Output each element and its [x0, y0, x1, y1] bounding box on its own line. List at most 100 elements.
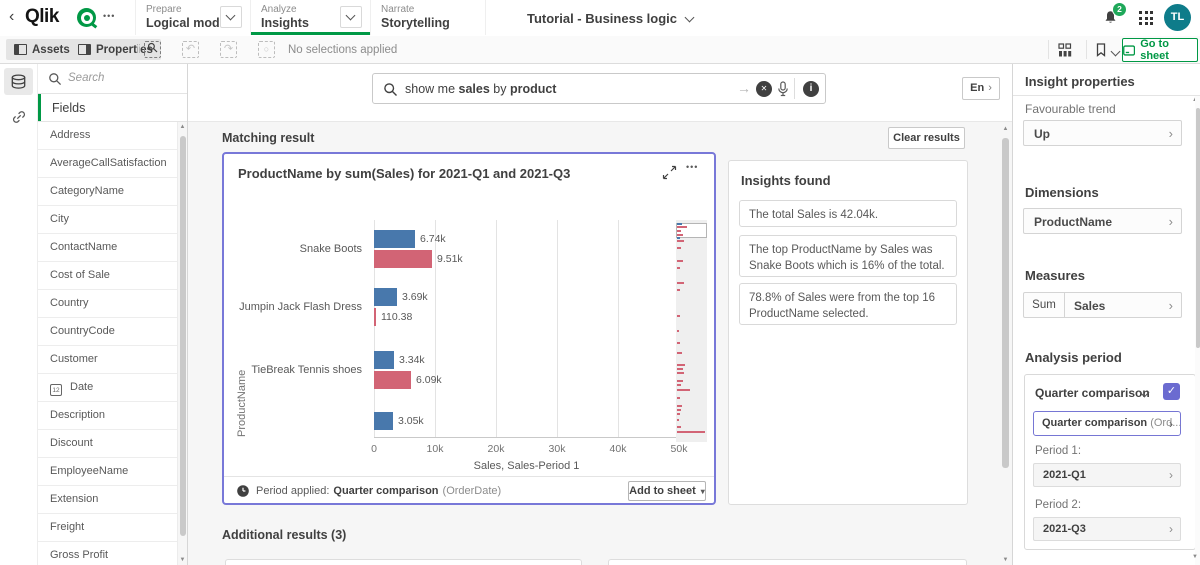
field-item-address[interactable]: Address [38, 122, 177, 150]
info-icon[interactable]: i [803, 81, 819, 97]
clear-results-button[interactable]: Clear results [888, 127, 965, 149]
bar[interactable] [374, 250, 432, 268]
scrollbar-thumb[interactable] [1002, 138, 1009, 468]
tab-dropdown-button[interactable] [340, 6, 362, 28]
qlik-logo[interactable]: Qlik [25, 6, 59, 28]
field-item-date[interactable]: 12Date [38, 374, 177, 402]
minimap-bar [677, 226, 687, 228]
divider [138, 40, 139, 59]
sidebar-search-input[interactable]: Search [38, 64, 187, 94]
bar[interactable] [374, 371, 411, 389]
chart-plot-area[interactable]: 6.74k9.51k3.69k110.383.34k6.09k3.05k [374, 220, 679, 438]
field-item-employeename[interactable]: EmployeeName [38, 458, 177, 486]
clear-query-icon[interactable]: ✕ [756, 81, 772, 97]
bar[interactable] [374, 351, 394, 369]
selections-tool-icon[interactable] [144, 41, 161, 58]
scroll-down-icon[interactable]: ▼ [1192, 554, 1198, 560]
period2-button[interactable]: 2021-Q3 › [1033, 517, 1181, 541]
bar[interactable] [374, 288, 397, 306]
link-rail-button[interactable] [11, 109, 27, 130]
additional-result-card[interactable] [608, 559, 967, 565]
measure-aggregation[interactable]: Sum [1024, 293, 1065, 317]
field-item-country[interactable]: Country [38, 290, 177, 318]
bar[interactable] [374, 412, 393, 430]
language-button[interactable]: En› [962, 77, 1000, 100]
expand-icon[interactable] [662, 165, 677, 185]
field-item-city[interactable]: City [38, 206, 177, 234]
undo-selection-icon[interactable]: ↶ [182, 41, 199, 58]
submit-arrow-icon[interactable]: → [737, 80, 751, 96]
period-calendar-suffix: (Ord... [1150, 417, 1181, 429]
insight-item[interactable]: The total Sales is 42.04k. [739, 200, 957, 227]
analysis-period-checkbox[interactable]: ✓ [1163, 383, 1180, 400]
gridline [618, 220, 619, 437]
chart-card[interactable]: ProductName by sum(Sales) for 2021-Q1 an… [222, 152, 716, 505]
go-to-sheet-button[interactable]: Go to sheet [1122, 38, 1198, 62]
field-item-extension[interactable]: Extension [38, 486, 177, 514]
field-item-cost-of-sale[interactable]: Cost of Sale [38, 262, 177, 290]
field-item-contactname[interactable]: ContactName [38, 234, 177, 262]
app-objects-icon[interactable] [1058, 43, 1073, 62]
app-title-menu[interactable]: Tutorial - Business logic [527, 10, 693, 28]
insight-item[interactable]: 78.8% of Sales were from the top 16 Prod… [739, 283, 957, 325]
avatar[interactable]: TL [1164, 4, 1191, 31]
x-axis-ticks: 010k20k30k40k50k [374, 443, 679, 456]
scroll-down-icon[interactable]: ▼ [178, 557, 187, 563]
field-label: City [50, 213, 69, 225]
field-label: Country [50, 297, 89, 309]
field-item-countrycode[interactable]: CountryCode [38, 318, 177, 346]
data-fields-rail-button[interactable] [4, 68, 33, 95]
additional-result-card[interactable] [225, 559, 582, 565]
field-item-categoryname[interactable]: CategoryName [38, 178, 177, 206]
add-to-sheet-button[interactable]: Add to sheet▾ [628, 481, 706, 501]
favourable-trend-button[interactable]: Up › [1023, 120, 1182, 146]
period1-button[interactable]: 2021-Q1 › [1033, 463, 1181, 487]
x-tick-label: 20k [488, 443, 505, 455]
scroll-down-icon[interactable]: ▼ [1000, 557, 1011, 563]
app-launcher-icon[interactable] [1139, 11, 1153, 25]
period-type-label[interactable]: Quarter comparison [1035, 386, 1150, 400]
field-item-gross-profit[interactable]: Gross Profit [38, 542, 177, 565]
bar[interactable] [374, 308, 376, 326]
insight-search-input[interactable]: show me sales by product → ✕ i [372, 73, 826, 104]
minimap-bar [677, 247, 681, 249]
field-item-freight[interactable]: Freight [38, 514, 177, 542]
scroll-up-icon[interactable]: ▲ [178, 124, 187, 130]
chart-minimap[interactable] [676, 220, 707, 442]
period1-label: Period 1: [1035, 445, 1081, 457]
scrollbar-thumb[interactable] [180, 136, 186, 536]
more-menu-icon[interactable]: ••• [103, 11, 115, 21]
period-prefix: Period applied: [256, 485, 329, 497]
tab-narrate[interactable]: Narrate Storytelling [370, 0, 486, 35]
bookmark-dropdown-icon[interactable] [1111, 47, 1121, 57]
tab-analyze[interactable]: Analyze Insights [250, 0, 371, 35]
period-calendar-button[interactable]: Quarter comparison (Ord... › [1033, 411, 1181, 436]
tab-section-label: Narrate [381, 4, 414, 15]
clear-selections-icon[interactable]: ○ [258, 41, 275, 58]
scroll-up-icon[interactable]: ▲ [1000, 126, 1011, 132]
assets-button[interactable]: Assets [6, 39, 78, 60]
tab-label: Logical model [146, 16, 230, 30]
scrollbar-thumb[interactable] [1196, 108, 1200, 348]
back-icon[interactable]: ‹ [9, 8, 14, 26]
bar[interactable] [374, 230, 415, 248]
redo-selection-icon[interactable]: ↷ [220, 41, 237, 58]
measure-button[interactable]: Sum Sales › [1023, 292, 1182, 318]
field-item-discount[interactable]: Discount [38, 430, 177, 458]
chart-menu-icon[interactable]: ••• [686, 162, 698, 172]
main-scrollbar[interactable]: ▲ ▼ [1000, 124, 1011, 565]
bookmark-icon[interactable] [1094, 42, 1108, 63]
tab-prepare[interactable]: Prepare Logical model [135, 0, 251, 35]
chart-footer: Period applied:Quarter comparison(OrderD… [224, 476, 714, 505]
sidebar-scrollbar[interactable]: ▲ ▼ [177, 122, 187, 565]
insight-item[interactable]: The top ProductName by Sales was Snake B… [739, 235, 957, 277]
field-item-averagecallsatisfaction[interactable]: AverageCallSatisfaction [38, 150, 177, 178]
fields-section-header[interactable]: Fields [38, 94, 187, 122]
field-item-description[interactable]: Description [38, 402, 177, 430]
tab-dropdown-button[interactable] [220, 6, 242, 28]
microphone-icon[interactable] [777, 81, 789, 103]
dimension-button[interactable]: ProductName › [1023, 208, 1182, 234]
field-item-customer[interactable]: Customer [38, 346, 177, 374]
panel-scrollbar[interactable] [1195, 96, 1200, 565]
minimap-bar [677, 372, 684, 374]
